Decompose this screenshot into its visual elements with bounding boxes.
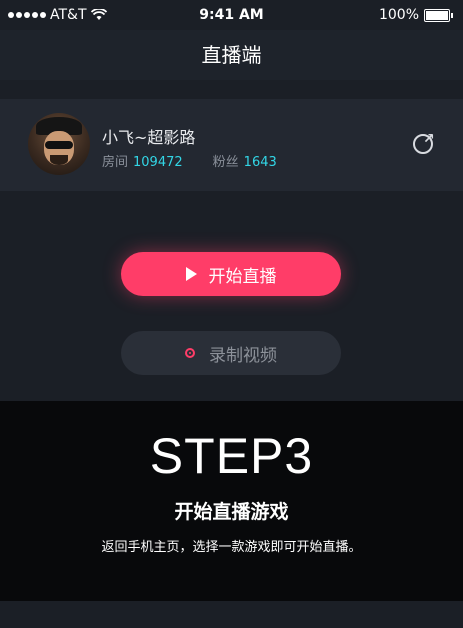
start-live-button[interactable]: 开始直播 [121, 252, 341, 296]
battery-area: 100% [379, 7, 453, 23]
fans-count: 1643 [243, 155, 277, 170]
user-name: 小飞~超影路 [102, 128, 196, 147]
nav-bar: 直播端 [0, 30, 463, 80]
step-panel: STEP3 开始直播游戏 返回手机主页，选择一款游戏即可开始直播。 [0, 401, 463, 601]
record-label: 录制视频 [209, 345, 277, 366]
record-video-button[interactable]: 录制视频 [121, 331, 341, 375]
bottom-strip [0, 601, 463, 628]
play-icon [185, 267, 197, 281]
step-title: STEP3 [149, 428, 314, 484]
start-live-label: 开始直播 [208, 266, 277, 287]
avatar[interactable] [28, 113, 90, 175]
record-icon [185, 348, 195, 358]
user-card [0, 99, 463, 191]
fans-label: 粉丝 [212, 155, 239, 170]
battery-tip [451, 12, 453, 18]
room-info: 房间 109472 [102, 151, 183, 170]
page-title: 直播端 [201, 43, 262, 67]
room-number: 109472 [133, 155, 183, 170]
fans-info: 粉丝 1643 [213, 151, 277, 170]
battery-percent: 100% [378, 7, 419, 23]
step-description: 返回手机主页，选择一款游戏即可开始直播。 [101, 540, 362, 555]
battery-icon [424, 8, 450, 22]
user-meta: 房间 109472 粉丝 1643 [102, 151, 277, 170]
step-subtitle: 开始直播游戏 [174, 501, 289, 523]
room-label: 房间 [102, 155, 129, 170]
share-arrow-icon: ↗ [423, 131, 435, 147]
status-bar: AT&T 9:41 AM 100% [0, 0, 463, 30]
